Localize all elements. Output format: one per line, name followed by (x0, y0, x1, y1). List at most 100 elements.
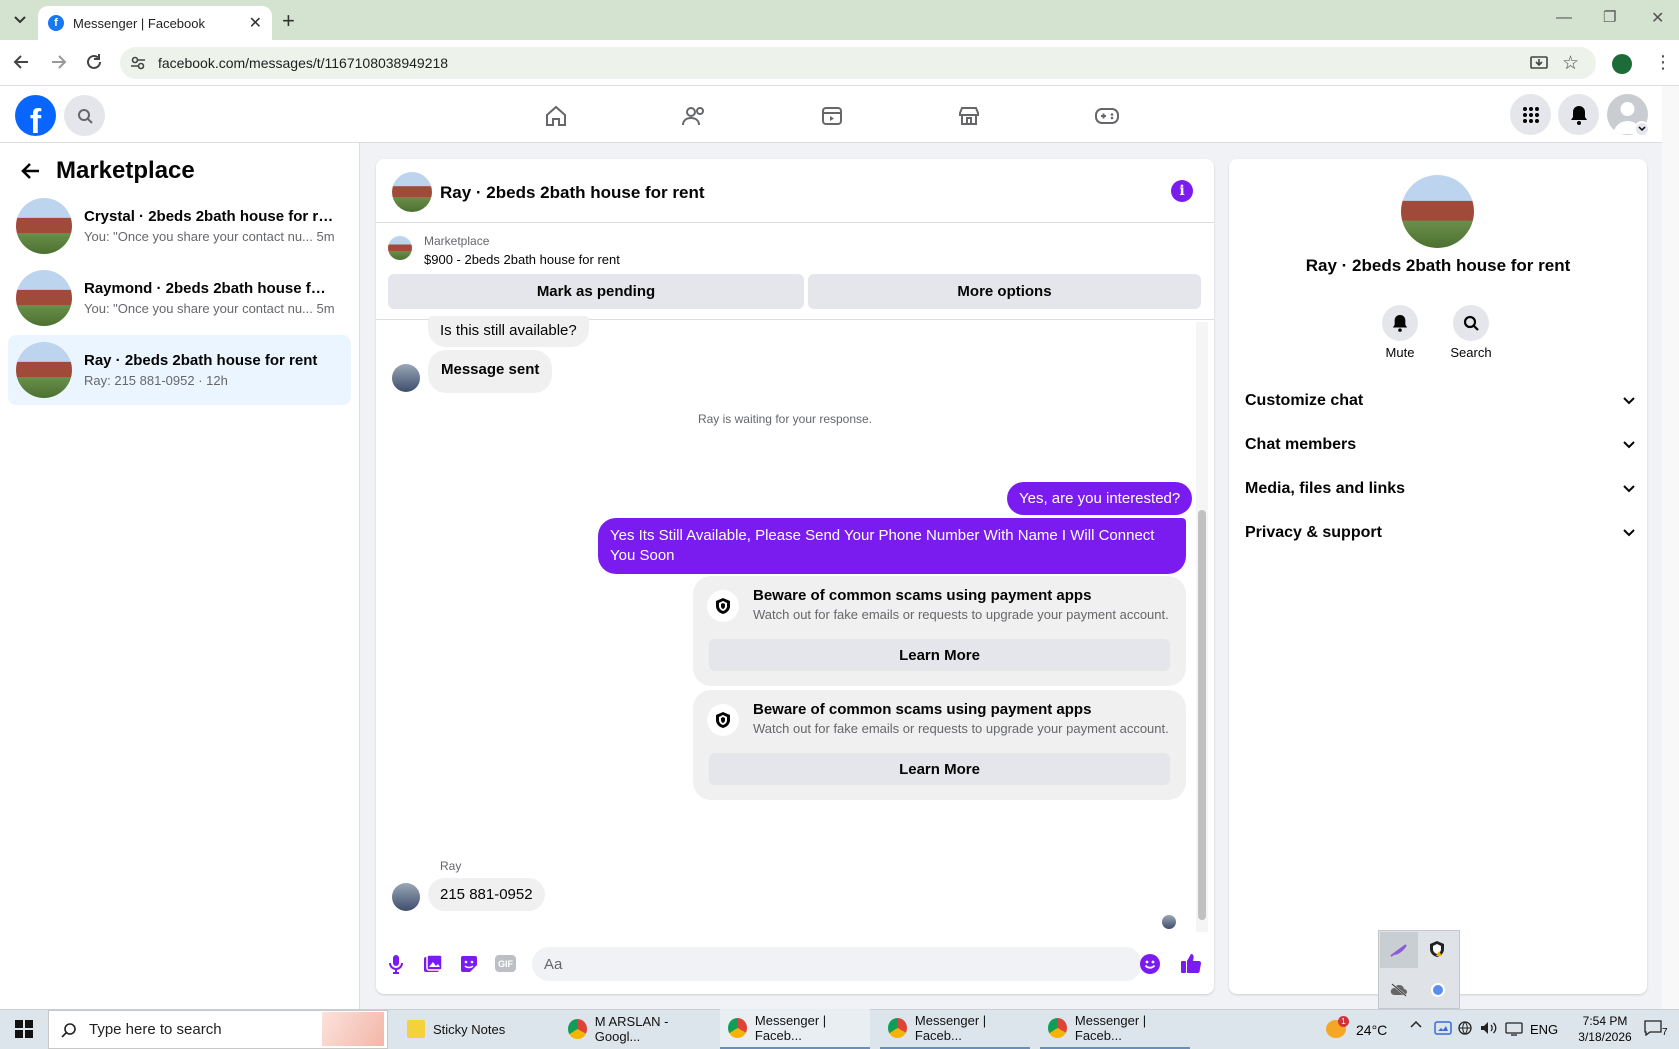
new-tab-button[interactable]: + (282, 8, 295, 34)
message-input[interactable]: Aa (532, 947, 1142, 981)
nav-gaming-icon[interactable] (1087, 100, 1127, 132)
tab-search-chevron-icon[interactable] (10, 10, 30, 30)
clock-time: 7:54 PM (1582, 1014, 1628, 1028)
tray-chevron-up-icon[interactable] (1410, 1020, 1422, 1028)
taskbar-app-chrome-profile[interactable]: M ARSLAN - Googl... (560, 1009, 710, 1049)
close-window-icon[interactable]: ✕ (1651, 8, 1664, 28)
message-bubble-outgoing: Yes, are you interested? (1007, 482, 1193, 515)
message-bubble-incoming: Is this still available? (428, 316, 589, 347)
tray-display-icon[interactable] (1505, 1022, 1523, 1036)
forward-arrow-icon[interactable] (48, 52, 68, 72)
learn-more-button[interactable]: Learn More (709, 753, 1170, 785)
conversation-name: Crystal · 2beds 2bath house for rent (84, 208, 334, 225)
scam-warning-body: Watch out for fake emails or requests to… (753, 607, 1169, 622)
divider (376, 222, 1214, 223)
conversation-item[interactable]: Raymond · 2beds 2bath house for ... You:… (8, 263, 351, 333)
chat-scrollbar-thumb[interactable] (1198, 510, 1206, 920)
emoji-icon[interactable] (1140, 954, 1160, 974)
menu-grid-icon[interactable] (1510, 94, 1551, 135)
more-options-button[interactable]: More options (808, 274, 1201, 309)
message-bubble-outgoing: Yes Its Still Available, Please Send You… (598, 518, 1186, 574)
profile-avatar-icon[interactable] (1612, 54, 1632, 74)
taskbar-app-label: Messenger | Faceb... (754, 1013, 827, 1043)
chrome-menu-icon[interactable]: ⋮ (1654, 52, 1672, 73)
conversation-name: Ray · 2beds 2bath house for rent (84, 352, 318, 369)
mark-as-pending-button[interactable]: Mark as pending (388, 274, 804, 309)
site-info-icon[interactable] (130, 55, 146, 71)
scam-warning-title: Beware of common scams using payment app… (753, 587, 1092, 604)
chat-title[interactable]: Ray · 2beds 2bath house for rent (440, 183, 705, 203)
section-privacy-support[interactable]: Privacy & support (1245, 518, 1635, 548)
mute-bell-icon[interactable] (1382, 305, 1418, 341)
taskbar-app-sticky-notes[interactable]: Sticky Notes (399, 1009, 549, 1049)
page-scrollbar[interactable] (1662, 86, 1679, 1009)
weather-temp[interactable]: 24°C (1356, 1022, 1387, 1038)
info-title: Ray · 2beds 2bath house for rent (1305, 256, 1571, 275)
install-app-icon[interactable] (1530, 54, 1548, 72)
info-avatar[interactable] (1401, 175, 1474, 248)
tray-network-icon[interactable] (1457, 1021, 1473, 1035)
conversation-item[interactable]: Crystal · 2beds 2bath house for rent You… (8, 191, 351, 261)
conversation-item-active[interactable]: Ray · 2beds 2bath house for rent Ray: 21… (8, 335, 351, 405)
nav-marketplace-icon[interactable] (949, 100, 989, 132)
notifications-bell-icon[interactable] (1558, 94, 1599, 135)
section-customize-chat[interactable]: Customize chat (1245, 386, 1635, 416)
conversation-info-panel (1229, 159, 1647, 994)
listing-thumbnail[interactable] (388, 236, 412, 260)
gif-icon[interactable]: GIF (495, 955, 516, 972)
taskbar-clock[interactable]: 7:54 PM 3/18/2026 (1570, 1013, 1640, 1045)
tray-pen-icon[interactable] (1380, 932, 1418, 968)
tab-title: Messenger | Facebook (73, 15, 205, 31)
search-label[interactable]: Search (1441, 345, 1501, 360)
conversation-preview: Ray: 215 881-0952 (84, 373, 195, 388)
chrome-icon (728, 1018, 747, 1038)
nav-home-icon[interactable] (536, 100, 576, 132)
back-arrow-icon[interactable] (20, 160, 42, 182)
facebook-favicon-icon: f (48, 15, 64, 31)
taskbar-app-messenger-1[interactable]: Messenger | Faceb... (720, 1009, 870, 1049)
language-indicator[interactable]: ENG (1530, 1022, 1558, 1037)
nav-friends-icon[interactable] (674, 100, 714, 132)
taskbar-app-label: Sticky Notes (433, 1021, 506, 1037)
shield-icon (707, 590, 739, 622)
nav-video-icon[interactable] (812, 100, 852, 132)
taskbar-app-messenger-2[interactable]: Messenger | Faceb... (880, 1009, 1030, 1049)
tray-security-icon[interactable] (1428, 940, 1446, 958)
section-media-files-links[interactable]: Media, files and links (1245, 474, 1635, 504)
tray-cloud-off-icon[interactable] (1390, 983, 1408, 997)
account-chevron-icon[interactable] (1634, 121, 1650, 137)
listing-label: Marketplace (424, 234, 490, 248)
mute-label[interactable]: Mute (1370, 345, 1430, 360)
close-tab-icon[interactable]: ✕ (249, 13, 262, 33)
sidebar-title: Marketplace (56, 157, 195, 184)
search-in-chat-icon[interactable] (1453, 305, 1489, 341)
facebook-logo-icon[interactable]: f (15, 95, 56, 136)
photo-icon[interactable] (423, 954, 443, 974)
conversation-time: 5m (316, 229, 334, 244)
tray-volume-icon[interactable] (1480, 1021, 1498, 1035)
windows-start-icon[interactable] (15, 1020, 33, 1038)
back-arrow-icon[interactable] (12, 52, 32, 72)
section-label: Customize chat (1245, 392, 1364, 409)
notification-center-icon[interactable] (1644, 1020, 1662, 1036)
bookmark-star-icon[interactable]: ☆ (1562, 52, 1579, 75)
thumbs-up-icon[interactable] (1180, 952, 1202, 974)
facebook-search-icon[interactable] (64, 95, 105, 136)
address-bar[interactable]: facebook.com/messages/t/1167108038949218 (120, 47, 1596, 79)
sender-avatar (392, 364, 420, 392)
taskbar-app-messenger-3[interactable]: Messenger | Faceb... (1040, 1009, 1190, 1049)
minimize-window-icon[interactable]: — (1556, 9, 1572, 27)
sticker-icon[interactable] (459, 954, 479, 974)
learn-more-button[interactable]: Learn More (709, 639, 1170, 671)
conversation-info-icon[interactable]: i (1171, 180, 1193, 202)
listing-detail[interactable]: $900 - 2beds 2bath house for rent (424, 252, 620, 267)
tray-cloud-icon[interactable] (1434, 1021, 1452, 1035)
microphone-icon[interactable] (388, 954, 404, 974)
taskbar-app-label: Messenger | Faceb... (1074, 1013, 1147, 1043)
section-chat-members[interactable]: Chat members (1245, 430, 1635, 460)
chat-header-avatar[interactable] (392, 172, 432, 212)
tray-app-icon[interactable] (1431, 983, 1445, 997)
restore-window-icon[interactable]: ❐ (1603, 8, 1616, 26)
browser-tab-messenger[interactable]: f Messenger | Facebook ✕ (38, 6, 272, 40)
reload-icon[interactable] (84, 52, 104, 72)
